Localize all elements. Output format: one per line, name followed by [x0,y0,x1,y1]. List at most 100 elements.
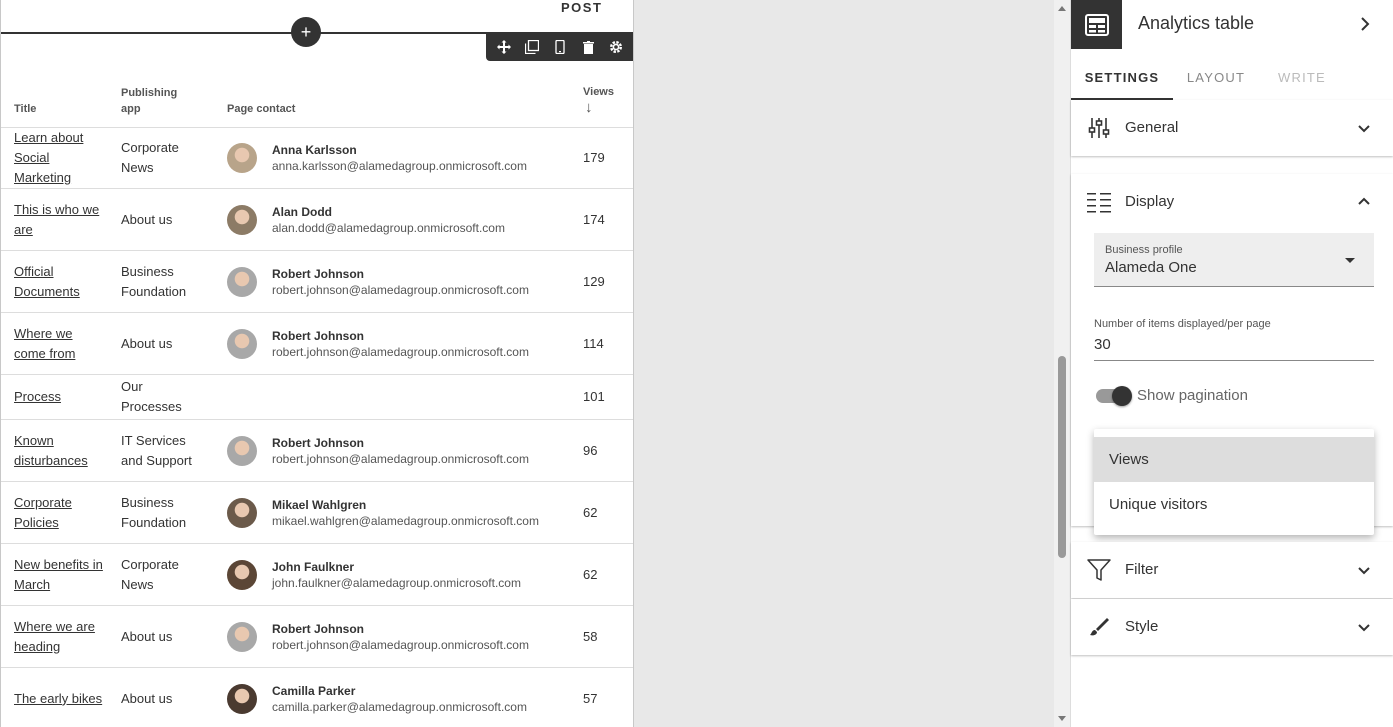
contact-card[interactable]: Mikael Wahlgren mikael.wahlgren@alamedagr… [227,497,583,529]
column-header-publishing-app[interactable]: Publishing app [121,70,227,128]
copy-icon[interactable] [522,37,542,57]
contact-email: mikael.wahlgren@alamedagroup.onmicrosoft… [272,513,539,528]
page-title-link[interactable]: Where we are heading [14,617,104,657]
contact-card[interactable]: Robert Johnson robert.johnson@alamedagrou… [227,435,583,467]
contact-card[interactable]: Robert Johnson robert.johnson@alamedagrou… [227,621,583,653]
move-icon[interactable] [494,37,514,57]
chevron-down-icon [1352,116,1376,140]
column-header-page-contact[interactable]: Page contact [227,70,583,128]
contact-card[interactable]: Camilla Parker camilla.parker@alamedagrou… [227,683,583,715]
avatar [227,621,257,652]
cell-views: 62 [583,543,633,606]
tab-layout[interactable]: LAYOUT [1173,62,1259,100]
cell-page-contact: Anna Karlsson anna.karlsson@alamedagroup.… [227,127,583,189]
cell-publishing-app: About us [121,188,227,251]
contact-info: Robert Johnson robert.johnson@alamedagrou… [272,621,529,653]
contact-card[interactable]: Anna Karlsson anna.karlsson@alamedagroup.… [227,142,583,174]
contact-info: Anna Karlsson anna.karlsson@alamedagroup.… [272,142,527,174]
list-columns-icon [1087,190,1111,214]
column-header-views[interactable]: Views ↓ [583,70,633,128]
cell-views: 129 [583,250,633,313]
items-per-page-field[interactable]: Number of items displayed/per page 30 [1094,318,1374,361]
section-style-header[interactable]: Style [1071,599,1393,655]
cell-publishing-app: IT Services and Support [121,419,227,482]
cell-publishing-app: Corporate News [121,543,227,606]
vertical-scrollbar[interactable] [1054,0,1070,727]
section-filter-header[interactable]: Filter [1071,542,1393,598]
mobile-icon[interactable] [550,37,570,57]
tab-write[interactable]: WRITE [1259,62,1345,100]
table-header-row: Title Publishing app Page contact Views … [1,70,633,128]
page-title-link[interactable]: Known disturbances [14,431,104,471]
contact-name: Anna Karlsson [272,143,357,157]
section-style: Style [1071,599,1393,655]
panel-header: Analytics table [1071,0,1393,49]
publishing-app-line2: app [121,103,141,115]
contact-card[interactable]: John Faulkner john.faulkner@alamedagroup.… [227,559,583,591]
dropdown-option-unique-visitors[interactable]: Unique visitors [1094,482,1374,527]
sort-by-dropdown-menu: Views Unique visitors [1094,429,1374,535]
page-title-link[interactable]: This is who we are [14,200,104,240]
page-title-link[interactable]: Learn about Social Marketing [14,128,104,188]
items-per-page-value[interactable]: 30 [1094,336,1111,353]
scroll-thumb[interactable] [1058,356,1066,558]
publishing-app-text: IT Services and Support [121,432,192,468]
pagination-toggle[interactable] [1096,386,1132,406]
cell-page-contact: Robert Johnson robert.johnson@alamedagrou… [227,312,583,375]
page-canvas: POST + Title Publishing app Page contact… [0,0,634,727]
publishing-app-text: Business Foundation [121,494,187,530]
table-icon [1071,0,1122,49]
contact-name: Robert Johnson [272,621,364,636]
cell-title: Official Documents [1,250,121,313]
cell-page-contact: Alan Dodd alan.dodd@alamedagroup.onmicros… [227,188,583,251]
views-header-label: Views [583,86,614,98]
chevron-up-icon [1352,190,1376,214]
webpart-toolbar [486,33,633,61]
section-display-label: Display [1125,193,1175,210]
table-row: Where we come from About us Robert Johnson… [1,312,633,375]
cell-title: New benefits in March [1,543,121,606]
page-title-link[interactable]: Corporate Policies [14,493,104,533]
contact-card[interactable]: Robert Johnson robert.johnson@alamedagrou… [227,266,583,298]
page-title-link[interactable]: New benefits in March [14,555,104,595]
property-panel: Analytics table SETTINGS LAYOUT WRITE Ge… [1070,0,1393,727]
contact-info: Robert Johnson robert.johnson@alamedagrou… [272,266,529,298]
cell-views: 58 [583,605,633,668]
delete-icon[interactable] [578,37,598,57]
settings-icon[interactable] [606,37,626,57]
contact-name: John Faulkner [272,559,355,574]
chevron-right-icon[interactable] [1353,12,1377,36]
page-title-link[interactable]: Process [14,387,104,407]
contact-email: robert.johnson@alamedagroup.onmicrosoft.… [272,637,529,652]
section-style-label: Style [1125,618,1159,635]
section-display-header[interactable]: Display [1071,174,1393,230]
contact-name: Camilla Parker [272,683,356,698]
avatar [227,497,257,528]
dropdown-option-views[interactable]: Views [1094,437,1374,482]
cell-publishing-app: Business Foundation [121,250,227,313]
avatar [227,143,257,173]
page-title-link[interactable]: Where we come from [14,324,104,364]
add-section-button[interactable]: + [291,17,321,47]
contact-email: john.faulkner@alamedagroup.onmicrosoft.c… [272,575,521,590]
cell-views: 101 [583,374,633,420]
section-general-header[interactable]: General [1071,100,1393,156]
contact-info: Mikael Wahlgren mikael.wahlgren@alamedagr… [272,497,539,529]
avatar [227,204,257,235]
contact-name: Mikael Wahlgren [272,497,367,512]
contact-card[interactable]: Robert Johnson robert.johnson@alamedagrou… [227,328,583,360]
scroll-up-arrow-icon[interactable] [1058,6,1066,11]
business-profile-select[interactable]: Business profile Alameda One [1094,233,1374,287]
scroll-down-arrow-icon[interactable] [1058,716,1066,721]
contact-card[interactable]: Alan Dodd alan.dodd@alamedagroup.onmicros… [227,204,583,236]
contact-info: John Faulkner john.faulkner@alamedagroup.… [272,559,521,591]
page-title-link[interactable]: The early bikes [14,689,104,709]
table-row: Where we are heading About us Robert Johns… [1,605,633,668]
tab-settings[interactable]: SETTINGS [1071,62,1173,100]
column-header-title[interactable]: Title [1,70,121,128]
page-title-link[interactable]: Official Documents [14,262,104,302]
cell-page-contact: Mikael Wahlgren mikael.wahlgren@alamedagr… [227,481,583,544]
publishing-app-text: Corporate News [121,140,179,175]
cell-title: Where we are heading [1,605,121,668]
publishing-app-line1: Publishing [121,87,178,99]
